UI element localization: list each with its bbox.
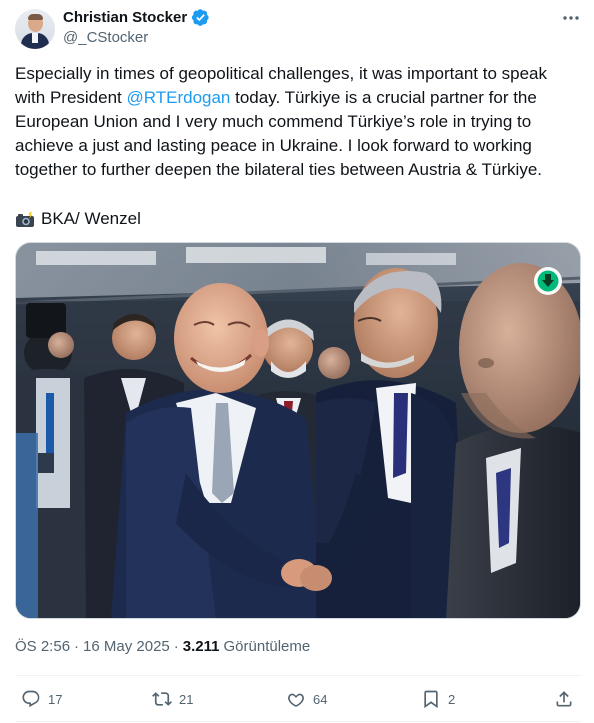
reply-count: 17	[48, 691, 63, 707]
tweet-meta: ÖS 2:56 · 16 May 2025 · 3.211 Görüntülem…	[15, 638, 310, 655]
photo-credit: BKA/ Wenzel	[15, 207, 141, 231]
camera-flash-icon	[15, 211, 35, 227]
author-name-row: Christian Stocker	[63, 8, 210, 27]
tweet-time[interactable]: ÖS 2:56	[15, 638, 70, 655]
tweet-date[interactable]: 16 May 2025	[83, 638, 170, 655]
repost-icon	[152, 689, 172, 709]
like-icon	[286, 689, 306, 709]
tweet-line-3: European Union and I very much commend T…	[15, 112, 532, 131]
share-icon	[554, 689, 574, 709]
tweet-line-2-before: with President	[15, 88, 127, 107]
tweet-line-4: achieve a just and lasting peace in Ukra…	[15, 136, 532, 155]
tweet-line-2: with President @RTErdogan today. Türkiye…	[15, 86, 575, 110]
meta-separator: ·	[74, 638, 80, 655]
bottom-divider	[15, 721, 581, 722]
tweet-photo[interactable]	[15, 242, 581, 619]
repost-button[interactable]: 21	[152, 685, 193, 713]
meta-separator-2: ·	[173, 638, 179, 655]
like-count: 64	[313, 691, 328, 707]
bookmark-button[interactable]: 2	[421, 685, 455, 713]
like-button[interactable]: 64	[286, 685, 327, 713]
tweet-text: Especially in times of geopolitical chal…	[15, 62, 575, 182]
tweet-line-1: Especially in times of geopolitical chal…	[15, 64, 547, 83]
reply-icon	[21, 689, 41, 709]
tweet-line-2-after: today. Türkiye is a crucial partner for …	[230, 88, 537, 107]
views-label: Görüntüleme	[223, 638, 311, 655]
bookmark-count: 2	[448, 691, 456, 707]
share-button[interactable]	[554, 685, 574, 713]
download-arrow-icon[interactable]	[534, 267, 562, 295]
divider	[15, 675, 581, 676]
views-count: 3.211	[182, 638, 220, 655]
repost-count: 21	[179, 691, 194, 707]
verified-badge-icon[interactable]	[191, 8, 210, 27]
avatar[interactable]	[15, 9, 55, 49]
author-display-name[interactable]: Christian Stocker	[63, 9, 187, 26]
tweet-card[interactable]: Christian Stocker @_CStocker Especially …	[0, 0, 594, 723]
tweet-actions: 17 21 64 2	[15, 685, 581, 713]
bookmark-icon	[421, 689, 441, 709]
mention-link[interactable]: @RTErdogan	[127, 88, 231, 107]
photo-credit-text: BKA/ Wenzel	[41, 209, 141, 228]
reply-button[interactable]: 17	[21, 685, 62, 713]
more-horizontal-icon[interactable]	[560, 10, 582, 26]
author-handle[interactable]: @_CStocker	[63, 29, 148, 46]
tweet-line-5: together to further deepen the bilateral…	[15, 160, 542, 179]
